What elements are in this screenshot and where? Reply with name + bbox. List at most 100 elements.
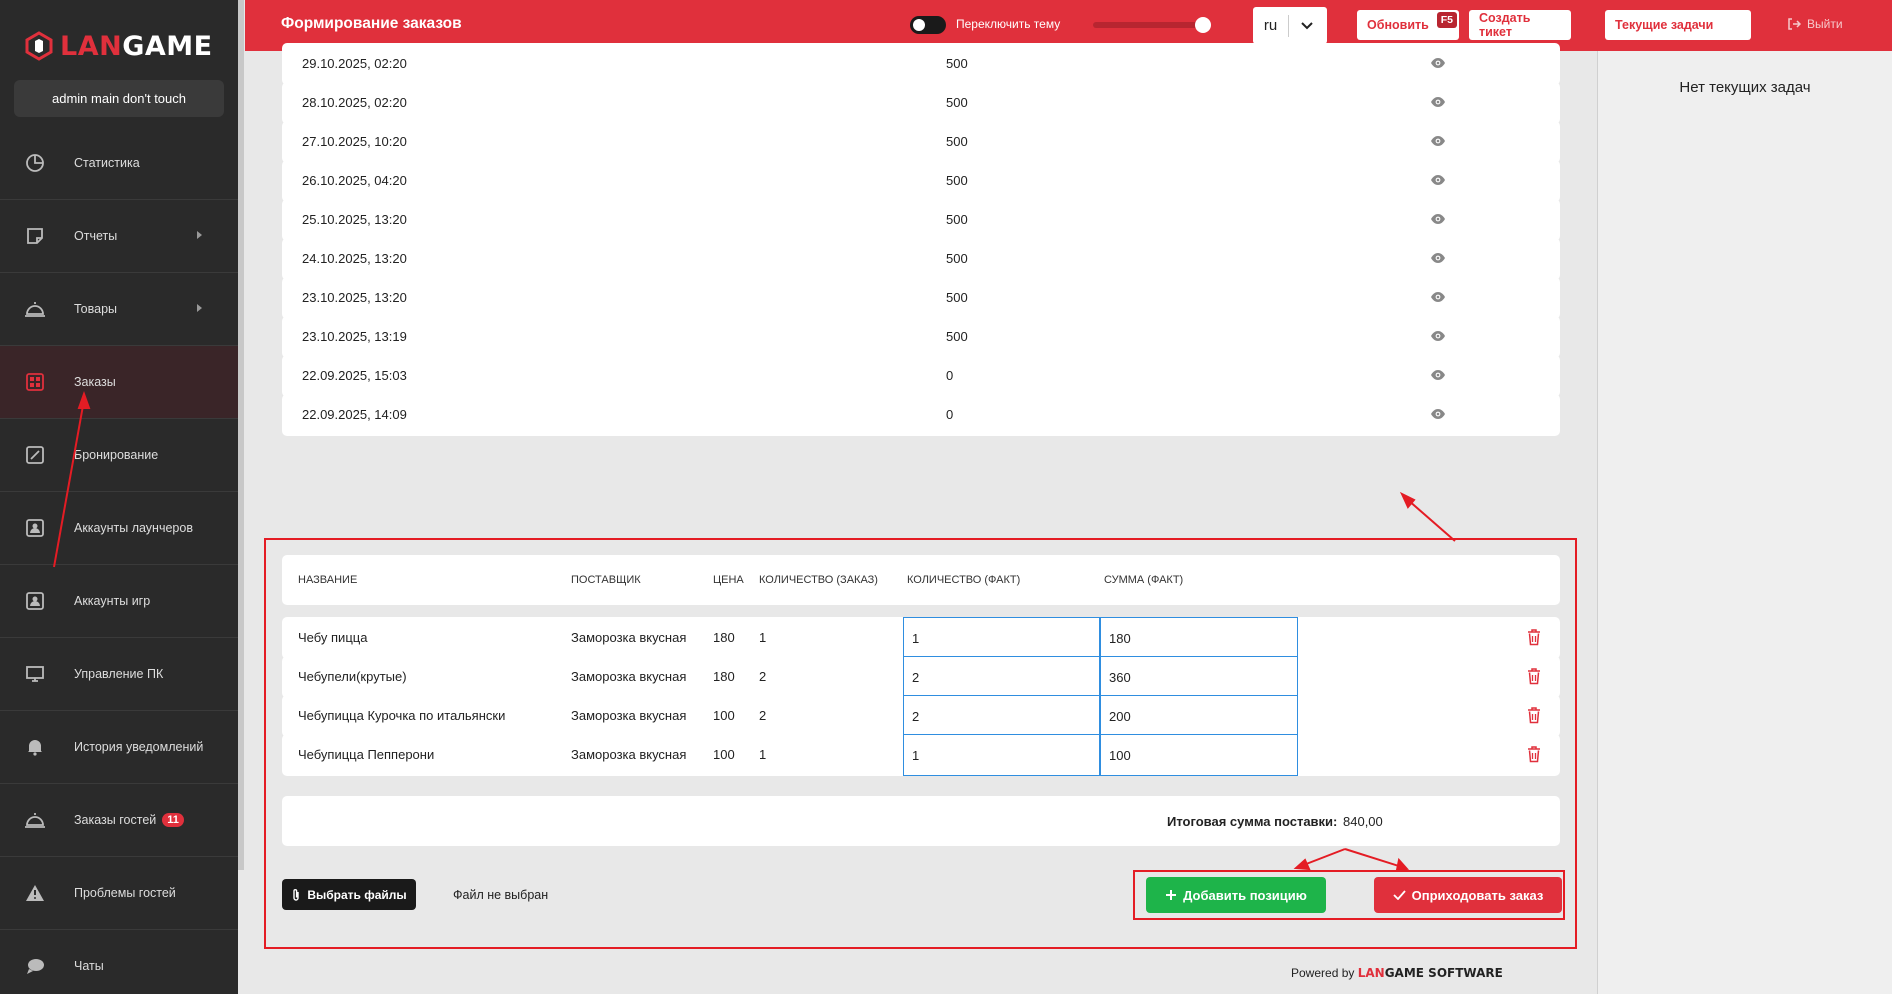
sum-fact-input[interactable]: 200: [1100, 695, 1298, 737]
logo[interactable]: LANGAME: [0, 0, 238, 92]
sidebar-item-label: Чаты: [74, 959, 104, 973]
product-row: Чебупели(крутые) Заморозка вкусная 180 2 2 36…: [282, 656, 1560, 698]
receive-order-button[interactable]: Оприходовать заказ: [1374, 877, 1562, 913]
trash-icon[interactable]: [1527, 746, 1541, 763]
product-row: Чебупицца Курочка по итальянски Заморозка…: [282, 695, 1560, 737]
order-row[interactable]: 22.09.2025, 14:09 0: [282, 394, 1560, 436]
order-date: 25.10.2025, 13:20: [302, 212, 407, 227]
choose-files-button[interactable]: Выбрать файлы: [282, 879, 416, 910]
powered-by: Powered by LANGAME SOFTWARE: [1291, 966, 1503, 980]
order-date: 29.10.2025, 02:20: [302, 56, 407, 71]
order-row[interactable]: 28.10.2025, 02:20 500: [282, 82, 1560, 124]
eye-icon[interactable]: [1430, 291, 1446, 303]
sidebar-item-label: Бронирование: [74, 448, 159, 462]
guest-orders-count-badge: 11: [162, 813, 184, 827]
product-qty-order: 2: [759, 708, 767, 723]
eye-icon[interactable]: [1430, 369, 1446, 381]
order-amount: 500: [946, 329, 968, 344]
qty-fact-input[interactable]: 2: [903, 656, 1100, 698]
order-row[interactable]: 23.10.2025, 13:20 500: [282, 277, 1560, 319]
current-tasks-button[interactable]: Текущие задачи: [1605, 10, 1751, 40]
sidebar-item-label: Отчеты: [74, 229, 118, 243]
trash-icon[interactable]: [1527, 668, 1541, 685]
sidebar-item-label: Заказы: [74, 375, 116, 389]
sidebar-item-1[interactable]: Отчеты: [0, 200, 238, 273]
order-date: 22.09.2025, 14:09: [302, 407, 407, 422]
paperclip-icon: [293, 888, 300, 901]
tasks-panel: Нет текущих задач: [1597, 51, 1892, 994]
chevron-down-icon[interactable]: [1289, 21, 1325, 30]
sidebar-item-label: Аккаунты игр: [74, 594, 151, 608]
product-price: 180: [713, 630, 735, 645]
product-price: 180: [713, 669, 735, 684]
eye-icon[interactable]: [1430, 213, 1446, 225]
refresh-button[interactable]: Обновить F5: [1357, 10, 1459, 40]
bell-icon: [24, 736, 46, 758]
sidebar-item-6[interactable]: Аккаунты игр: [0, 565, 238, 638]
sidebar-item-0[interactable]: Статистика: [0, 127, 238, 200]
sidebar-item-5[interactable]: Аккаунты лаунчеров: [0, 492, 238, 565]
eye-icon[interactable]: [1430, 252, 1446, 264]
qty-fact-input[interactable]: 1: [903, 617, 1100, 659]
order-row[interactable]: 24.10.2025, 13:20 500: [282, 238, 1560, 280]
eye-icon[interactable]: [1430, 174, 1446, 186]
eye-icon[interactable]: [1430, 408, 1446, 420]
product-supplier: Заморозка вкусная: [571, 747, 687, 762]
order-date: 23.10.2025, 13:19: [302, 329, 407, 344]
qty-fact-input[interactable]: 2: [903, 695, 1100, 737]
order-row[interactable]: 29.10.2025, 02:20 500: [282, 43, 1560, 85]
order-amount: 0: [946, 407, 954, 422]
logout-button[interactable]: Выйти: [1787, 17, 1843, 31]
column-header: КОЛИЧЕСТВО (ЗАКАЗ): [759, 574, 878, 586]
sidebar-item-4[interactable]: Бронирование: [0, 419, 238, 492]
sidebar-item-10[interactable]: Проблемы гостей: [0, 857, 238, 930]
product-row: Чебу пицца Заморозка вкусная 180 1 1 180: [282, 617, 1560, 659]
order-amount: 500: [946, 251, 968, 266]
add-position-button[interactable]: Добавить позицию: [1146, 877, 1326, 913]
order-row[interactable]: 26.10.2025, 04:20 500: [282, 160, 1560, 202]
zoom-slider[interactable]: [1093, 22, 1208, 28]
sidebar-item-8[interactable]: История уведомлений: [0, 711, 238, 784]
sum-fact-input[interactable]: 360: [1100, 656, 1298, 698]
qty-fact-input[interactable]: 1: [903, 734, 1100, 776]
checkmark-icon: [1393, 890, 1406, 900]
product-supplier: Заморозка вкусная: [571, 669, 687, 684]
order-row[interactable]: 27.10.2025, 10:20 500: [282, 121, 1560, 163]
refresh-hotkey-badge: F5: [1436, 12, 1457, 28]
caret-right-icon: [197, 231, 202, 239]
plus-icon: [1166, 890, 1177, 900]
sidebar-item-11[interactable]: Чаты: [0, 930, 238, 994]
warning-icon: [24, 882, 46, 904]
theme-toggle[interactable]: [910, 16, 946, 34]
sum-fact-input[interactable]: 100: [1100, 734, 1298, 776]
trash-icon[interactable]: [1527, 629, 1541, 646]
sidebar-item-2[interactable]: Товары: [0, 273, 238, 346]
caret-right-icon: [197, 304, 202, 312]
eye-icon[interactable]: [1430, 135, 1446, 147]
footer-brand: LANGAME SOFTWARE: [1357, 966, 1503, 980]
logout-label: Выйти: [1807, 17, 1843, 31]
sidebar-item-9[interactable]: Заказы гостей 11: [0, 784, 238, 857]
eye-icon[interactable]: [1430, 96, 1446, 108]
zoom-slider-handle[interactable]: [1195, 17, 1211, 33]
order-row[interactable]: 23.10.2025, 13:19 500: [282, 316, 1560, 358]
order-date: 24.10.2025, 13:20: [302, 251, 407, 266]
trash-icon[interactable]: [1527, 707, 1541, 724]
create-ticket-button[interactable]: Создать тикет: [1469, 10, 1571, 40]
sidebar-scrollbar[interactable]: [238, 0, 244, 870]
order-amount: 500: [946, 173, 968, 188]
sidebar-item-3[interactable]: Заказы: [0, 346, 238, 419]
product-name: Чебупицца Курочка по итальянски: [298, 708, 506, 723]
cloche-icon: [24, 809, 46, 831]
eye-icon[interactable]: [1430, 57, 1446, 69]
sidebar-menu: Статистика Отчеты Товары Заказы Бронирование…: [0, 127, 238, 994]
order-row[interactable]: 22.09.2025, 15:03 0: [282, 355, 1560, 397]
column-header: ПОСТАВЩИК: [571, 574, 641, 586]
order-row[interactable]: 25.10.2025, 13:20 500: [282, 199, 1560, 241]
account-icon: [24, 590, 46, 612]
sidebar-item-7[interactable]: Управление ПК: [0, 638, 238, 711]
sum-fact-input[interactable]: 180: [1100, 617, 1298, 659]
eye-icon[interactable]: [1430, 330, 1446, 342]
language-select[interactable]: ru: [1253, 7, 1327, 44]
user-name[interactable]: admin main don't touch: [14, 80, 224, 117]
